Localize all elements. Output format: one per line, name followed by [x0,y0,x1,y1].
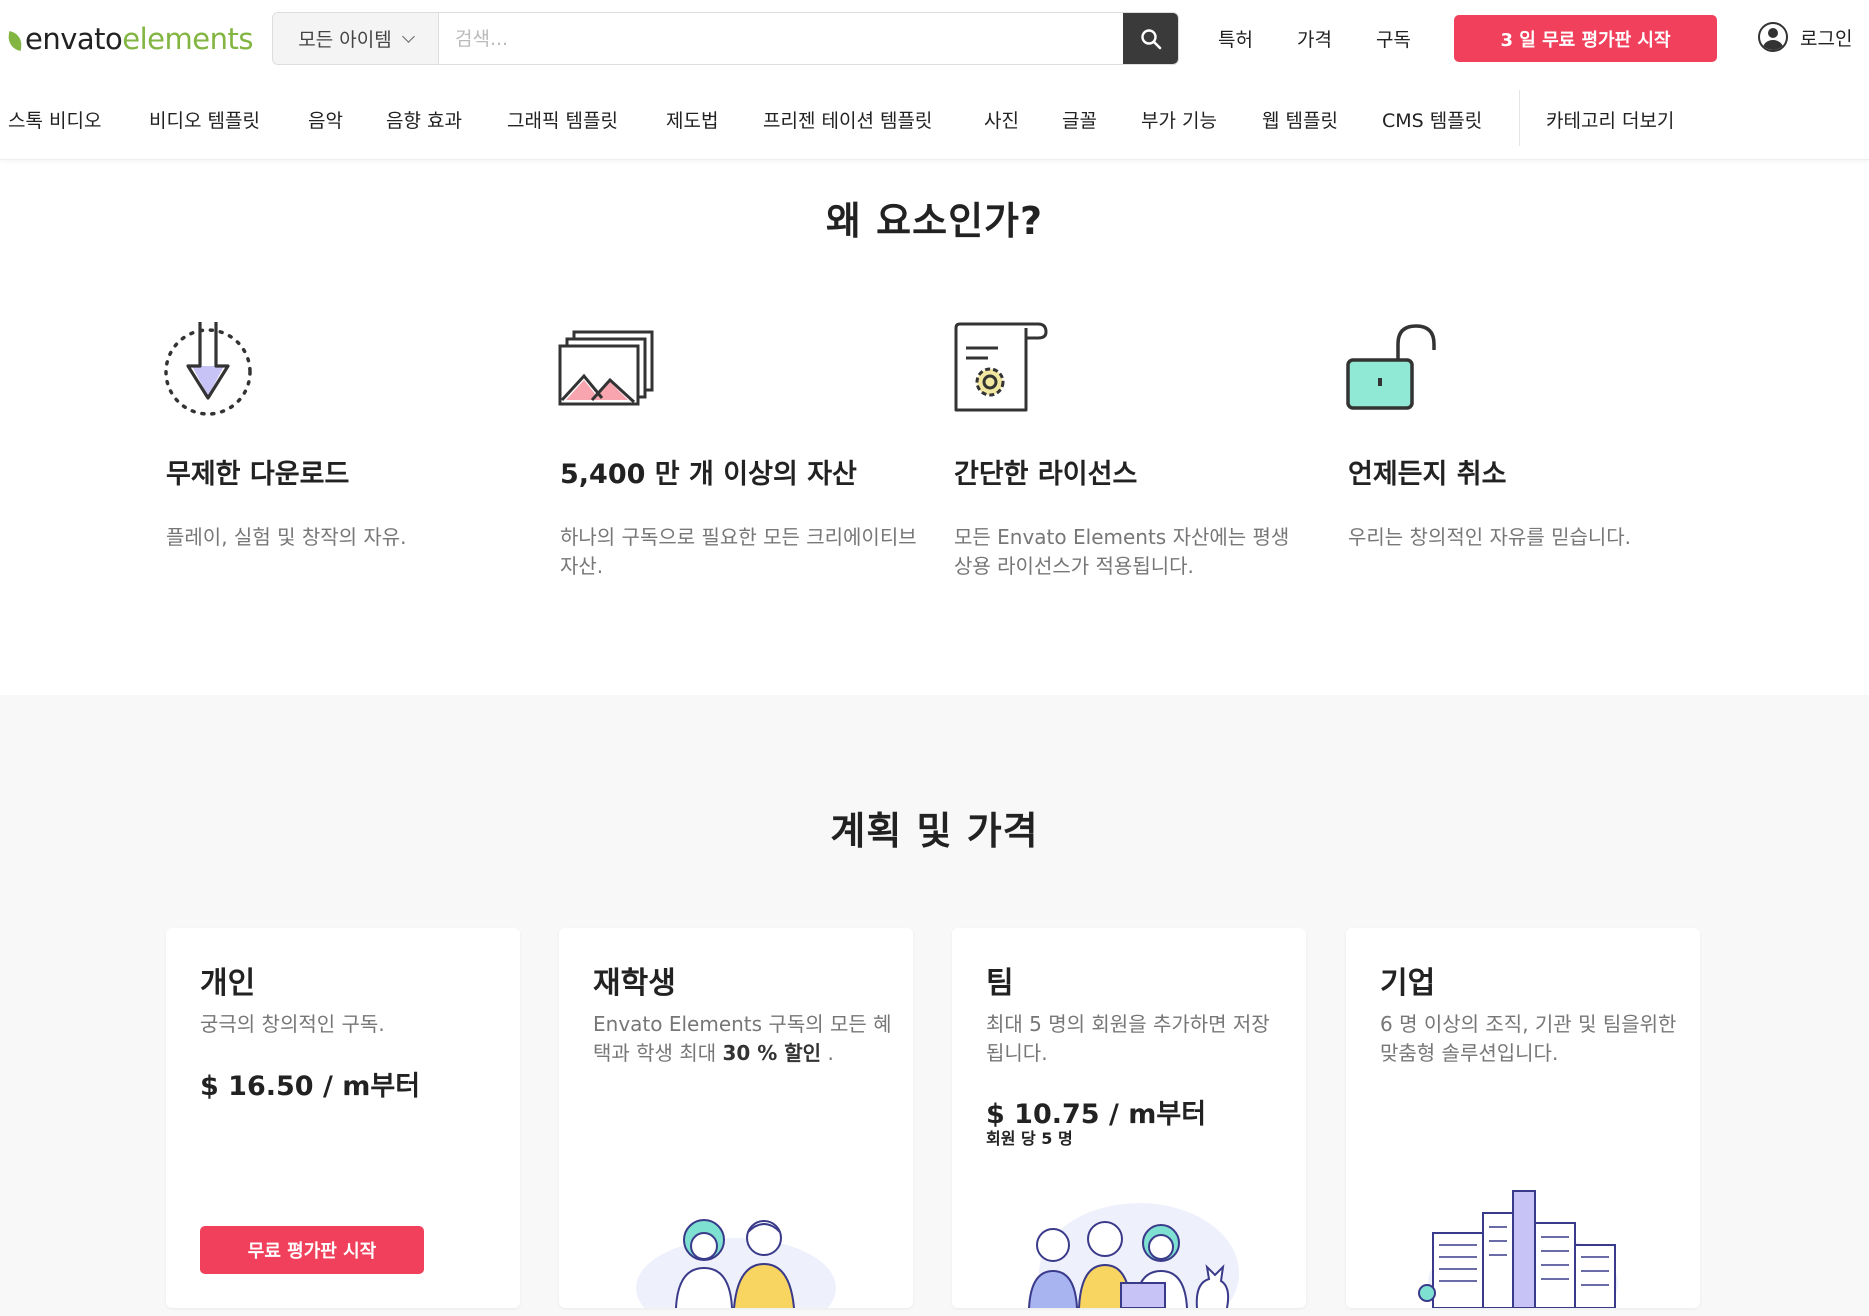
logo-elements-text: elements [122,22,253,56]
category-web-templates[interactable]: 웹 템플릿 [1262,106,1338,133]
category-music[interactable]: 음악 [308,106,343,133]
feature-description: 모든 Envato Elements 자산에는 평생 상용 라이선스가 적용됩니… [954,525,1290,578]
search-button[interactable] [1123,13,1178,64]
plan-description: 최대 5 명의 회원을 추가하면 저장됩니다. [986,1012,1270,1065]
images-stack-icon [558,330,654,406]
plan-title: 개인 [200,966,256,1001]
plan-description-end: . [821,1041,834,1065]
certificate-icon [954,322,1048,412]
feature-title: 간단한 라이선스 [954,459,1138,490]
category-add-ons[interactable]: 부가 기능 [1141,106,1217,133]
feature-assets: 5,400 만 개 이상의 자산 하나의 구독으로 필요한 모든 크리에이티브 … [558,320,920,581]
category-divider [1519,90,1520,146]
free-trial-button[interactable]: 무료 평가판 시작 [200,1226,424,1274]
plan-card-student[interactable]: 재학생 Envato Elements 구독의 모든 혜택과 학생 최대 30 … [559,928,913,1308]
search-input[interactable] [439,13,1123,64]
feature-title: 무제한 다운로드 [166,459,350,490]
search-icon [1140,28,1161,49]
category-photos[interactable]: 사진 [984,106,1019,133]
why-section-title: 왜 요소인가? [825,199,1044,243]
feature-description: 하나의 구독으로 필요한 모든 크리에이티브 자산. [560,525,917,578]
category-more[interactable]: 카테고리 더보기 [1546,106,1674,133]
students-illustration [636,1219,836,1308]
plan-description: Envato Elements 구독의 모든 혜택과 학생 최대 30 % 할인… [593,1010,893,1068]
feature-simple-license: 간단한 라이선스 모든 Envato Elements 자산에는 평생 상용 라… [954,320,1314,581]
category-video-templates[interactable]: 비디오 템플릿 [149,106,260,133]
category-graphics[interactable]: 제도법 [666,106,718,133]
user-avatar-icon [1758,22,1788,52]
category-stock-video[interactable]: 스톡 비디오 [8,106,101,133]
category-cms-templates[interactable]: CMS 템플릿 [1382,106,1482,133]
start-trial-button[interactable]: 3 일 무료 평가판 시작 [1454,15,1717,62]
download-icon [164,322,252,416]
plan-title: 팀 [986,966,1014,1001]
nav-link-subscribe[interactable]: 구독 [1376,25,1411,52]
nav-link-pricing[interactable]: 가격 [1297,25,1332,52]
plans-section-title: 계획 및 가격 [830,809,1039,853]
feature-description: 플레이, 실험 및 창작의 자유. [166,525,407,549]
team-illustration [1028,1203,1239,1308]
plan-discount-text: 30 % 할인 [722,1041,822,1065]
login-label: 로그인 [1800,27,1853,50]
unlocked-padlock-icon [1346,324,1436,410]
plan-description: 6 명 이상의 조직, 기관 및 팀을위한 맞춤형 솔루션입니다. [1380,1012,1677,1065]
envato-elements-logo[interactable]: envato elements [6,22,253,56]
search-bar: 모든 아이템 [272,12,1179,65]
plan-card-individual[interactable]: 개인 궁극의 창의적인 구독. $ 16.50 / m부터 무료 평가판 시작 [166,928,520,1308]
logo-envato-text: envato [25,22,123,56]
plan-card-enterprise[interactable]: 기업 6 명 이상의 조직, 기관 및 팀을위한 맞춤형 솔루션입니다. [1346,928,1700,1308]
plan-card-team[interactable]: 팀 최대 5 명의 회원을 추가하면 저장됩니다. $ 10.75 / m부터 … [952,928,1306,1308]
category-presentation-templates[interactable]: 프리젠 테이션 템플릿 [763,106,932,133]
feature-title: 5,400 만 개 이상의 자산 [560,459,857,490]
category-graphic-templates[interactable]: 그래픽 템플릿 [507,106,618,133]
nav-link-licenses[interactable]: 특허 [1218,25,1253,52]
plan-title: 기업 [1380,966,1436,1001]
feature-cancel-anytime: 언제든지 취소 우리는 창의적인 자유를 믿습니다. [1346,320,1708,552]
search-category-dropdown[interactable]: 모든 아이템 [273,13,439,64]
category-nav: 스톡 비디오 비디오 템플릿 음악 음향 효과 그래픽 템플릿 제도법 프리젠 … [0,76,1869,160]
plan-price: $ 16.50 / m부터 [200,1071,421,1102]
buildings-illustration [1418,1190,1618,1308]
top-nav: 특허 가격 구독 [1218,25,1411,52]
feature-title: 언제든지 취소 [1348,459,1507,490]
feature-description: 우리는 창의적인 자유를 믿습니다. [1348,525,1632,549]
category-fonts[interactable]: 글꼴 [1062,106,1097,133]
plan-price-note: 회원 당 5 명 [986,1129,1073,1148]
plan-description: 궁극의 창의적인 구독. [200,1012,385,1036]
login-link[interactable]: 로그인 [1758,22,1852,52]
feature-unlimited-downloads: 무제한 다운로드 플레이, 실험 및 창작의 자유. [164,320,526,552]
plan-title: 재학생 [593,966,676,1001]
leaf-icon [6,31,24,51]
search-category-label: 모든 아이템 [298,29,392,51]
top-header: envato elements 모든 아이템 특허 가격 구독 3 일 무료 평… [0,0,1869,76]
chevron-down-icon [401,29,415,43]
category-sound-effects[interactable]: 음향 효과 [386,106,462,133]
